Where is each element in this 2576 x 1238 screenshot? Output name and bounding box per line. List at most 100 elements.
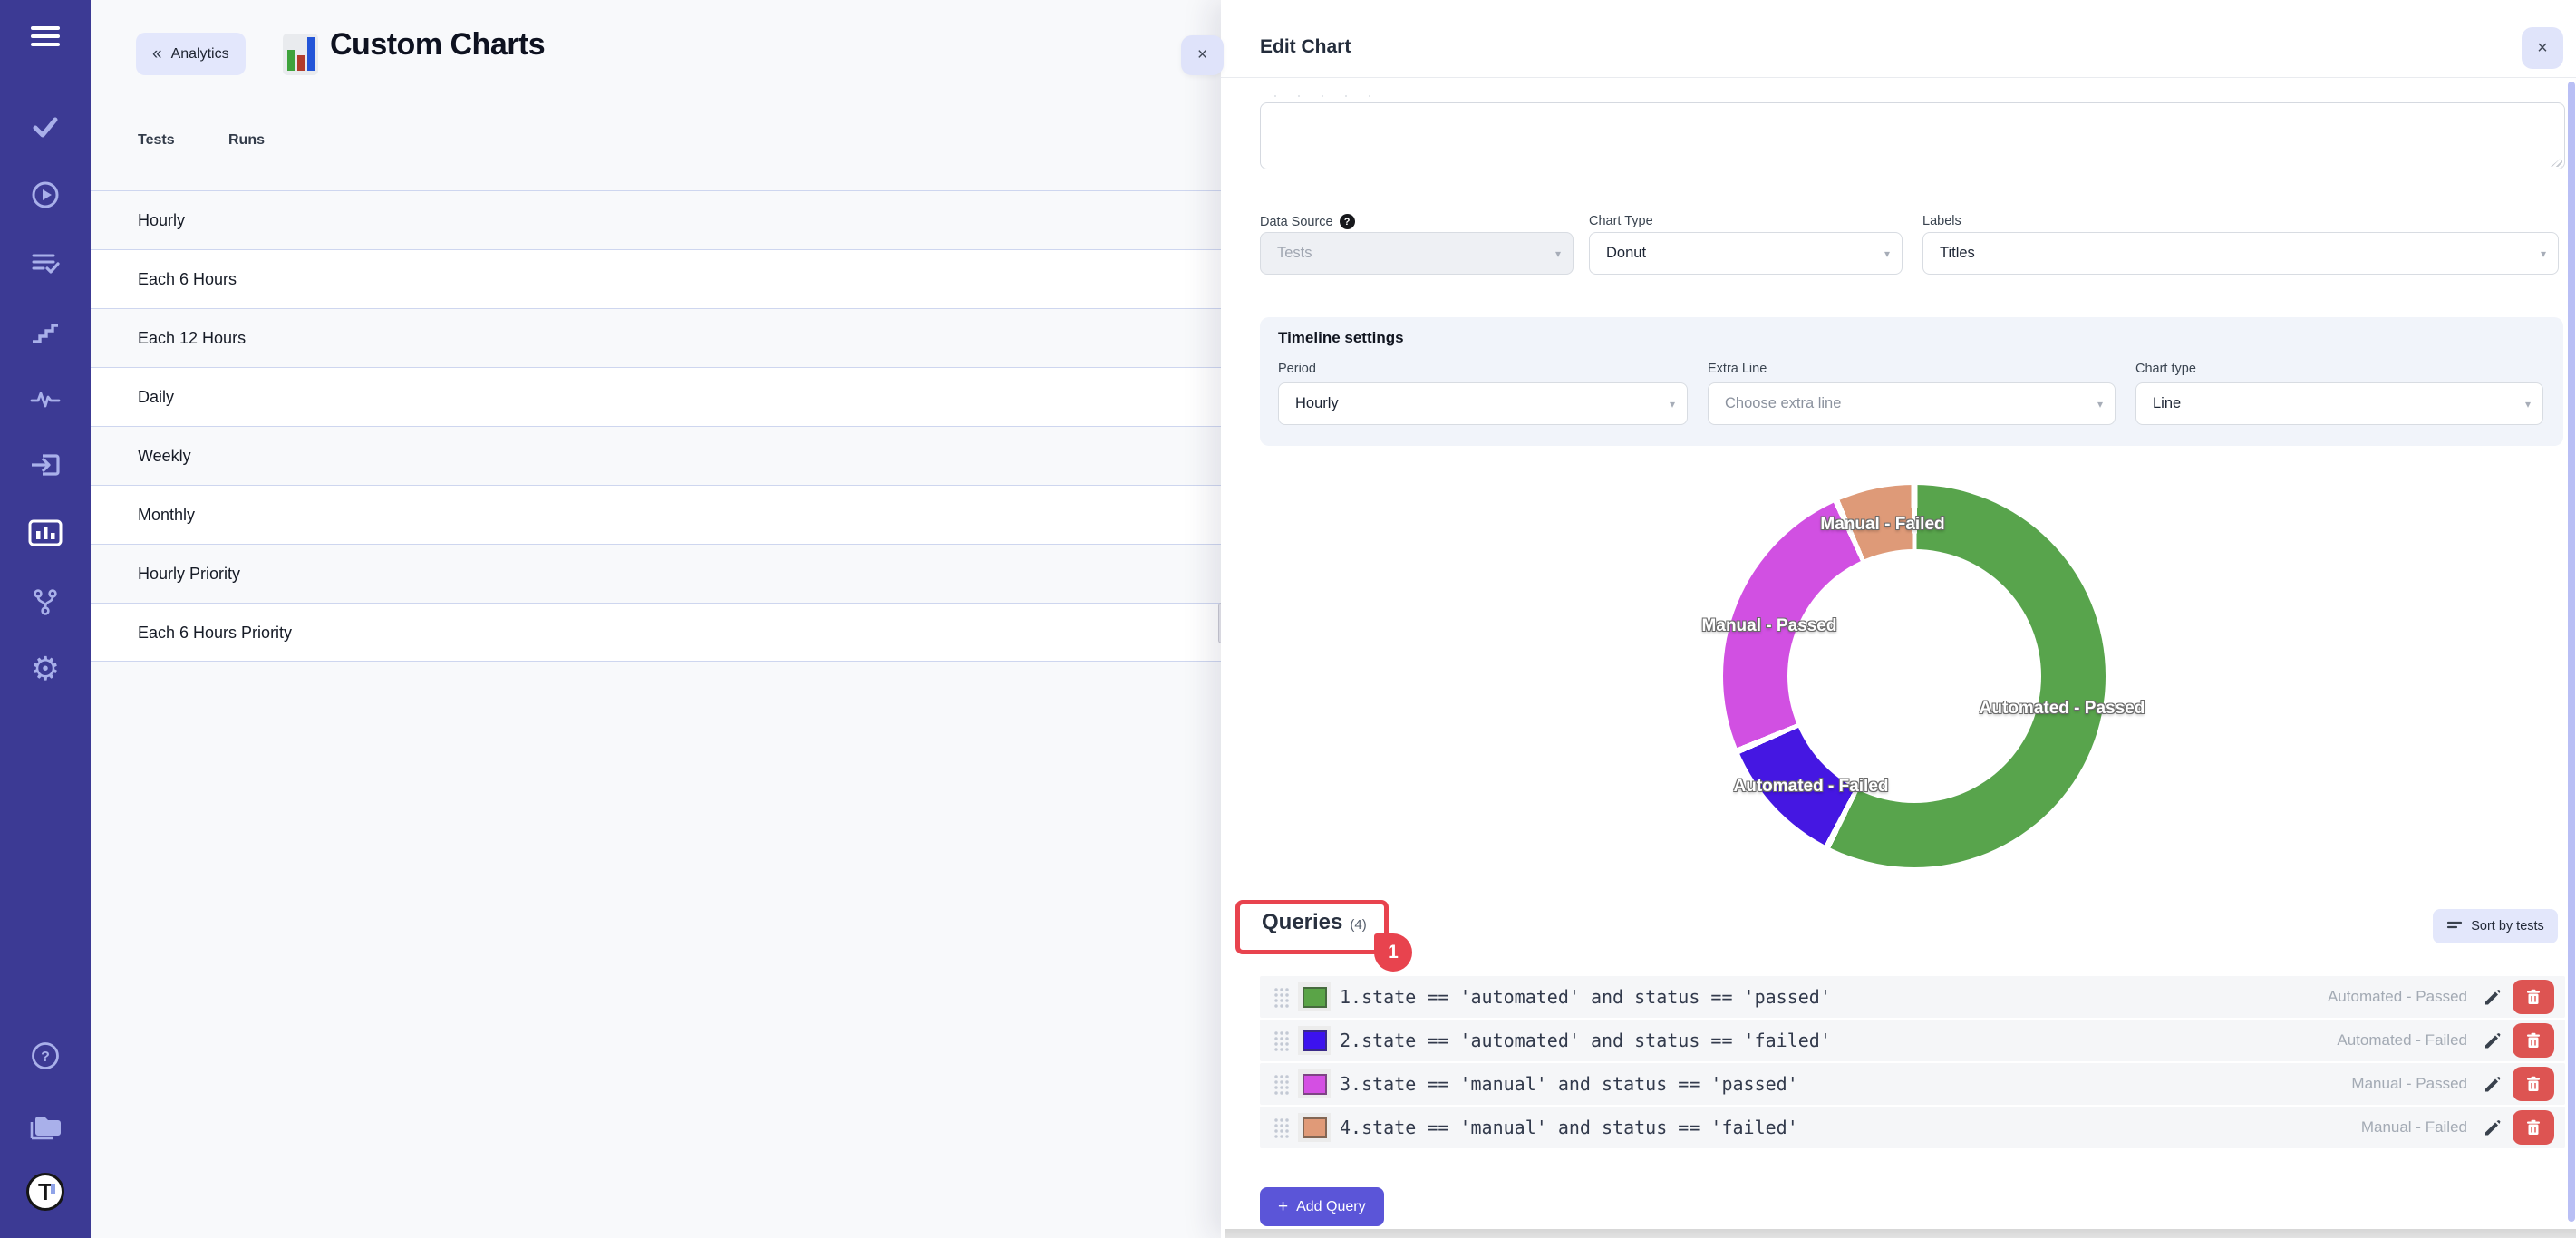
data-source-label: Data Source ? [1260, 214, 1355, 229]
chevron-down-icon: ▾ [1670, 398, 1675, 411]
tab-tests[interactable]: Tests [138, 132, 175, 149]
edit-query-icon[interactable] [2482, 1073, 2503, 1095]
query-row[interactable]: 4.state == 'manual' and status == 'faile… [1260, 1107, 2565, 1148]
clipped-field-label [1264, 93, 1372, 99]
chart-type-select[interactable]: Donut ▾ [1589, 232, 1903, 275]
back-chevron-icon: « [152, 44, 162, 64]
drag-handle-icon[interactable] [1273, 986, 1289, 1008]
query-label: Manual - Passed [2351, 1075, 2467, 1093]
chevron-down-icon: ▾ [1555, 247, 1561, 260]
trash-icon [2526, 1076, 2541, 1092]
timeline-settings-title: Timeline settings [1278, 329, 1404, 347]
list-item-hourly-priority[interactable]: Hourly Priority [91, 544, 1225, 603]
queries-heading: Queries(4) [1262, 910, 1367, 935]
logo-tick [51, 1184, 55, 1194]
back-label: Analytics [171, 46, 229, 63]
donut-chart [1723, 485, 2106, 867]
list-check-icon[interactable] [0, 250, 91, 276]
drag-handle-icon[interactable] [1273, 1117, 1289, 1138]
labels-select[interactable]: Titles ▾ [1922, 232, 2559, 275]
query-row[interactable]: 3.state == 'manual' and status == 'passe… [1260, 1063, 2565, 1105]
query-row[interactable]: 1.state == 'automated' and status == 'pa… [1260, 976, 2565, 1018]
timeline-chart-type-select[interactable]: Line ▾ [2135, 382, 2543, 425]
help-icon[interactable]: ? [0, 1040, 91, 1071]
annotation-badge: 1 [1374, 933, 1412, 972]
labels-label: Labels [1922, 214, 1961, 228]
drawer-scrollbar[interactable] [2568, 82, 2575, 1222]
drawer-close-button[interactable]: × [2522, 27, 2563, 69]
query-text: 3.state == 'manual' and status == 'passe… [1340, 1073, 1798, 1095]
drawer-close-left-button[interactable]: × [1181, 35, 1224, 75]
period-label: Period [1278, 362, 1316, 376]
logo[interactable]: T [0, 1173, 91, 1211]
query-color-swatch[interactable] [1298, 1069, 1331, 1098]
add-query-button[interactable]: + Add Query [1260, 1187, 1384, 1226]
list-item-each-6-hours-priority[interactable]: Each 6 Hours Priority [91, 603, 1225, 662]
app-sidebar: ⚙ ? T [0, 0, 91, 1238]
delete-query-button[interactable] [2513, 980, 2554, 1014]
query-text: 2.state == 'automated' and status == 'fa… [1340, 1030, 1831, 1051]
plus-icon: + [1278, 1197, 1288, 1217]
back-to-analytics-button[interactable]: « Analytics [136, 33, 246, 75]
drawer-header-divider [1221, 77, 2576, 78]
edit-query-icon[interactable] [2482, 1117, 2503, 1138]
page-chart-icon [283, 34, 318, 75]
delete-query-button[interactable] [2513, 1023, 2554, 1058]
list-item-weekly[interactable]: Weekly [91, 426, 1225, 485]
list-item-each-12-hours[interactable]: Each 12 Hours [91, 308, 1225, 367]
drawer-title: Edit Chart [1260, 36, 1351, 58]
sign-in-icon[interactable] [0, 451, 91, 479]
extra-line-select[interactable]: Choose extra line ▾ [1708, 382, 2116, 425]
query-label: Manual - Failed [2361, 1118, 2467, 1136]
chevron-down-icon: ▾ [2541, 247, 2546, 260]
menu-icon[interactable] [0, 24, 91, 49]
sort-icon [2446, 919, 2463, 933]
timeline-settings-card: Timeline settings Period Extra Line Char… [1260, 317, 2563, 446]
donut-label-automated-passed: Automated - Passed [1980, 699, 2145, 719]
pulse-icon[interactable] [0, 387, 91, 411]
folder-icon[interactable] [0, 1111, 91, 1144]
donut-label-manual-failed: Manual - Failed [1820, 515, 1944, 535]
list-item-monthly[interactable]: Monthly [91, 485, 1225, 544]
branch-icon[interactable] [0, 587, 91, 616]
edit-query-icon[interactable] [2482, 986, 2503, 1008]
play-circle-icon[interactable] [0, 180, 91, 209]
description-textarea[interactable] [1260, 102, 2565, 169]
query-label: Automated - Failed [2337, 1031, 2467, 1049]
query-text: 4.state == 'manual' and status == 'faile… [1340, 1117, 1798, 1138]
tab-runs[interactable]: Runs [228, 132, 265, 149]
chevron-down-icon: ▾ [1884, 247, 1890, 260]
custom-charts-panel: « Analytics Custom Charts Tests Runs Hou… [91, 0, 1225, 1238]
check-icon[interactable] [0, 114, 91, 140]
list-item-daily[interactable]: Daily [91, 367, 1225, 426]
list-item-hourly[interactable]: Hourly [91, 190, 1225, 249]
sort-by-tests-button[interactable]: Sort by tests [2433, 909, 2558, 943]
chevron-down-icon: ▾ [2097, 398, 2103, 411]
drag-handle-icon[interactable] [1273, 1030, 1289, 1051]
svg-text:?: ? [41, 1049, 50, 1065]
drag-handle-icon[interactable] [1273, 1073, 1289, 1095]
bottom-scrollbar-track[interactable] [1225, 1229, 2576, 1238]
donut-label-manual-passed: Manual - Passed [1702, 616, 1837, 636]
delete-query-button[interactable] [2513, 1067, 2554, 1101]
query-row[interactable]: 2.state == 'automated' and status == 'fa… [1260, 1020, 2565, 1061]
query-color-swatch[interactable] [1298, 1026, 1331, 1055]
edit-chart-drawer: Edit Chart × Data Source ? Chart Type La… [1221, 0, 2576, 1238]
trash-icon [2526, 989, 2541, 1005]
query-color-swatch[interactable] [1298, 1113, 1331, 1142]
query-color-swatch[interactable] [1298, 982, 1331, 1011]
queries-count: (4) [1350, 917, 1366, 933]
donut-label-automated-failed: Automated - Failed [1733, 777, 1888, 797]
steps-icon[interactable] [0, 319, 91, 344]
edit-query-icon[interactable] [2482, 1030, 2503, 1051]
bar-chart-icon[interactable] [0, 518, 91, 547]
delete-query-button[interactable] [2513, 1110, 2554, 1145]
list-item-each-6-hours[interactable]: Each 6 Hours [91, 249, 1225, 308]
gear-icon[interactable]: ⚙ [0, 653, 91, 685]
query-label: Automated - Passed [2328, 988, 2467, 1006]
donut-hole [1787, 549, 2041, 803]
data-source-select[interactable]: Tests ▾ [1260, 232, 1574, 275]
period-select[interactable]: Hourly ▾ [1278, 382, 1688, 425]
help-badge-icon[interactable]: ? [1340, 214, 1355, 229]
extra-line-label: Extra Line [1708, 362, 1767, 376]
